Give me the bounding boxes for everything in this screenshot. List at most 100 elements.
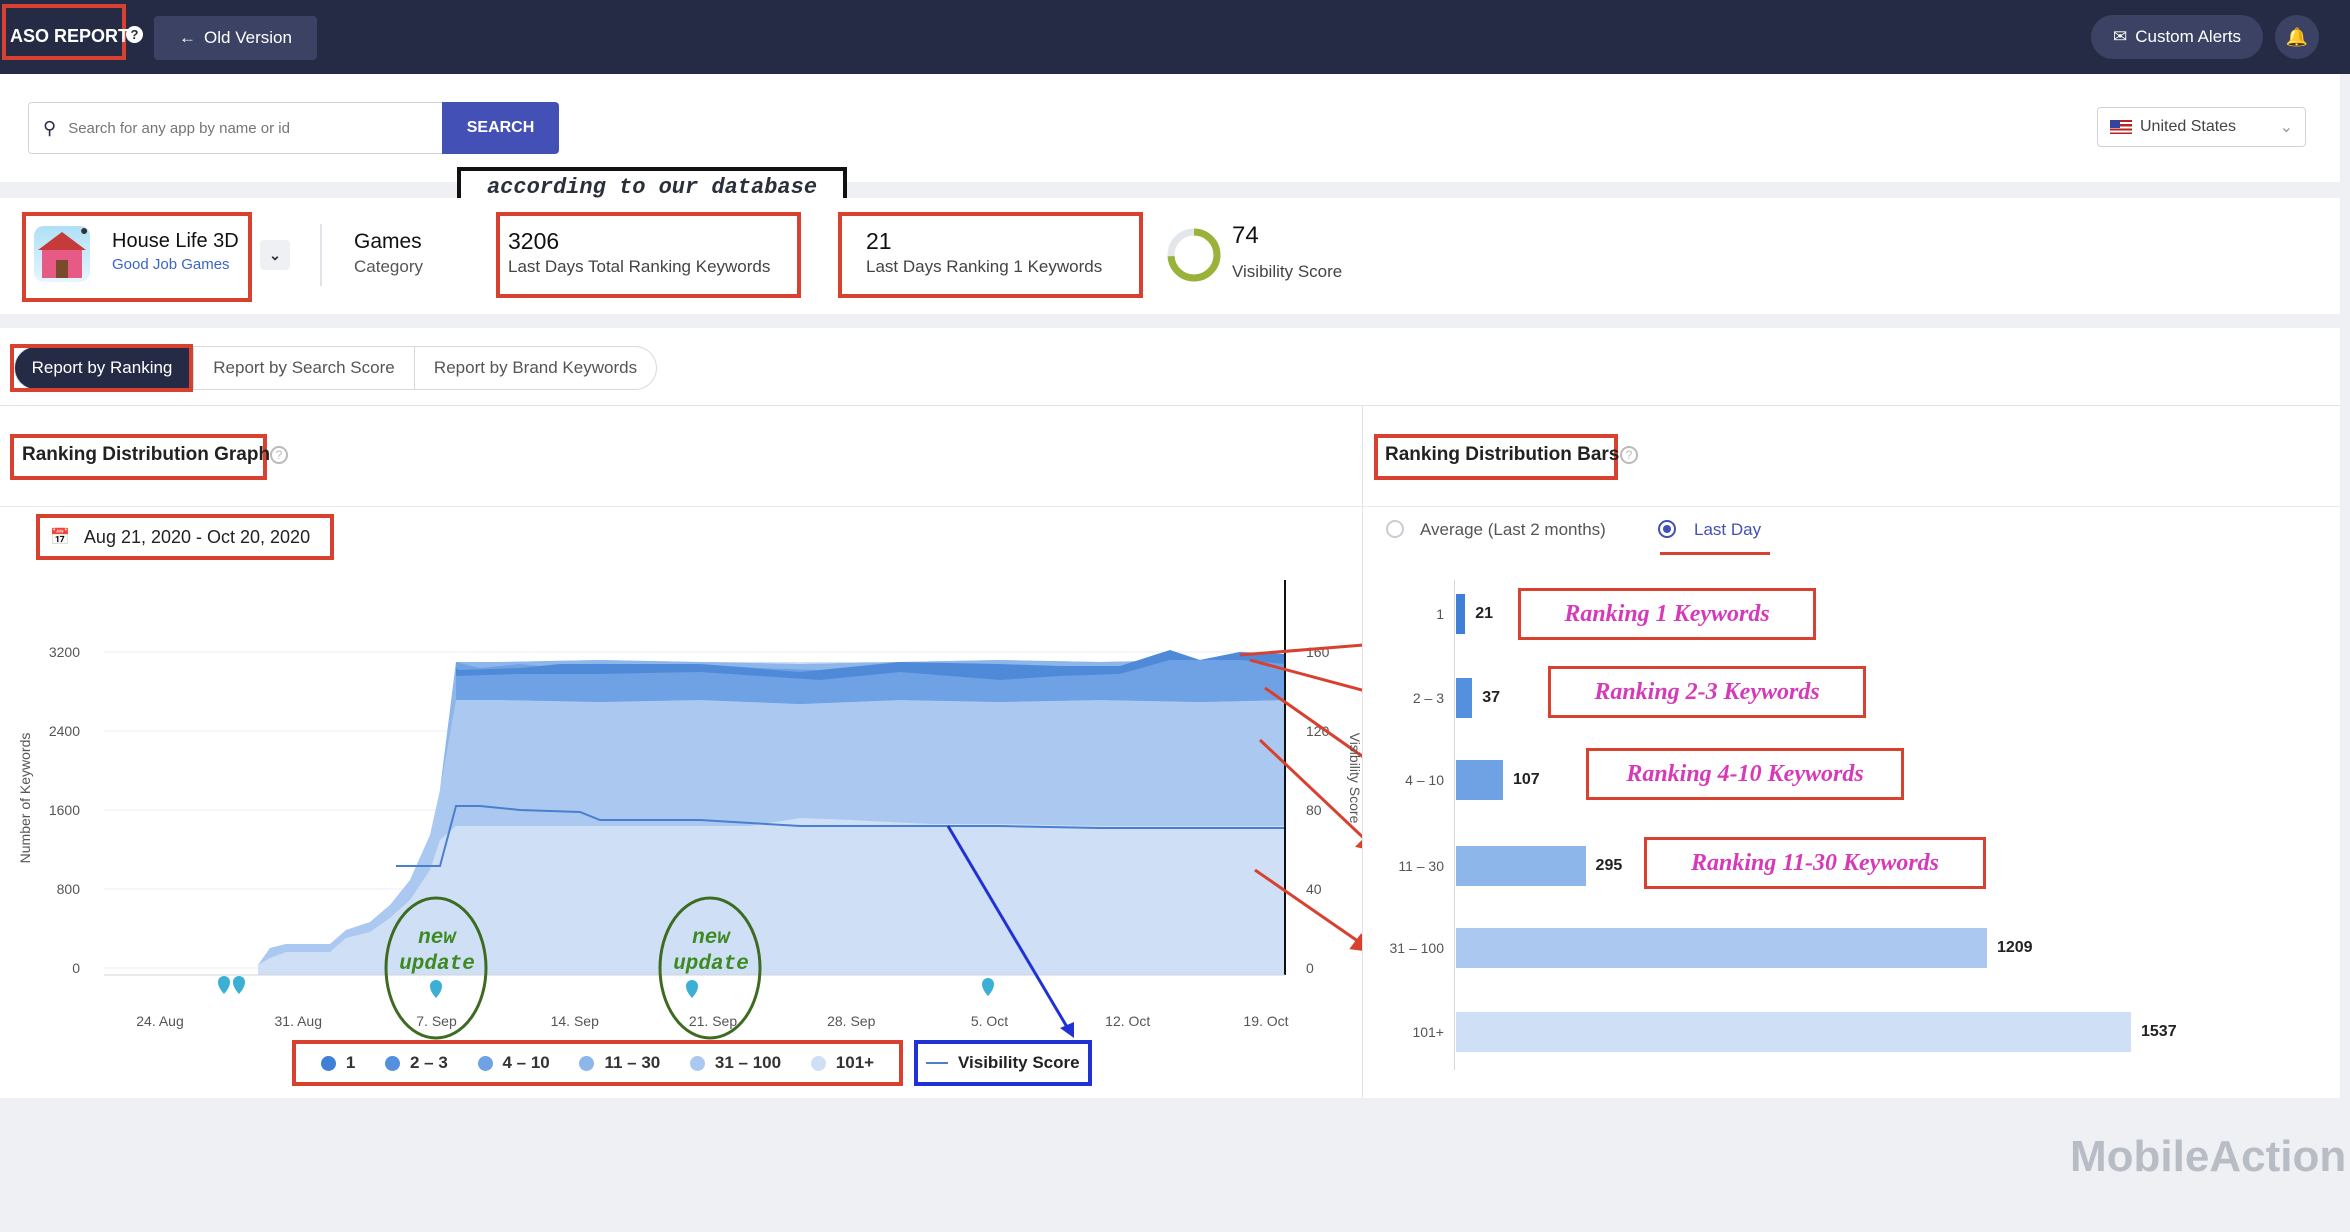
visibility-gauge [1167, 228, 1221, 282]
legend-item-4-10[interactable]: 4 – 10 [477, 1053, 550, 1073]
y2-tick-label: 80 [1306, 802, 1322, 818]
legend-visibility-score[interactable]: Visibility Score [914, 1040, 1092, 1086]
x-tick-label: 5. Oct [971, 1013, 1008, 1029]
panel-divider [0, 506, 2340, 507]
visibility-value: 74 [1232, 222, 1259, 249]
legend-label: 31 – 100 [714, 1053, 782, 1072]
legend-dot [689, 1055, 705, 1071]
old-version-label: Old Version [204, 28, 292, 47]
legend-item-101-plus[interactable]: 101+ [810, 1053, 875, 1073]
map-pin-icon [982, 978, 994, 996]
legend-item-31-100[interactable]: 31 – 100 [689, 1053, 782, 1073]
bar-value-label: 21 [1475, 605, 1494, 622]
last-day-radio[interactable] [1658, 520, 1676, 538]
legend-item-2-3[interactable]: 2 – 3 [385, 1053, 448, 1073]
tab-report-by-brand-keywords[interactable]: Report by Brand Keywords [414, 346, 657, 390]
y-axis-label: Number of Keywords [17, 732, 33, 864]
map-pin-icon [218, 976, 230, 994]
y2-tick-label: 0 [1306, 960, 1314, 976]
chevron-down-icon: ⌄ [2279, 119, 2293, 136]
bar-value-label: 1537 [2141, 1023, 2177, 1040]
divider [320, 224, 322, 286]
bar-category-label: 11 – 30 [1398, 858, 1444, 874]
average-radio-label[interactable]: Average (Last 2 months) [1420, 520, 1606, 540]
bar-value-label: 1209 [1996, 939, 2033, 956]
x-tick-label: 7. Sep [416, 1013, 457, 1029]
map-pin-icon [686, 980, 698, 998]
x-tick-label: 21. Sep [689, 1013, 737, 1029]
ranking-bar[interactable] [1456, 594, 1466, 634]
app-name: House Life 3D [112, 230, 239, 252]
country-select[interactable]: United States ⌄ [2097, 107, 2306, 147]
calendar-icon: 📅 [50, 529, 70, 546]
app-developer[interactable]: Good Job Games [112, 256, 230, 273]
panel-divider [0, 405, 2340, 406]
top-bar [0, 0, 2350, 74]
country-label: United States [2140, 118, 2237, 135]
bars-axis-line [1454, 580, 1455, 1070]
map-pin-icon [430, 980, 442, 998]
mobileaction-watermark: MobileAction [2070, 1132, 2347, 1181]
custom-alerts-label: Custom Alerts [2135, 27, 2242, 46]
total-keywords-label: Last Days Total Ranking Keywords [508, 257, 771, 276]
rank1-keywords-label: Last Days Ranking 1 Keywords [866, 257, 1103, 276]
ranking-bar[interactable] [1456, 760, 1503, 800]
bars-help-icon[interactable]: ? [1620, 446, 1638, 464]
aso-report-title: ASO REPORT [10, 26, 130, 46]
annotation-new-update-2: new update [673, 927, 749, 976]
date-range-label: Aug 21, 2020 - Oct 20, 2020 [83, 526, 311, 547]
bar-category-label: 101+ [1412, 1024, 1444, 1040]
search-field[interactable]: ⚲ [28, 102, 443, 154]
last-day-radio-label[interactable]: Last Day [1694, 520, 1761, 540]
ranking-bar[interactable] [1456, 846, 1586, 886]
legend-dot [320, 1055, 336, 1071]
chart-legend: 1 2 – 3 4 – 10 11 – 30 31 – 100 101+ [292, 1040, 903, 1086]
legend-item-1[interactable]: 1 [320, 1053, 355, 1073]
tab-report-by-search-score[interactable]: Report by Search Score [193, 346, 415, 390]
search-input[interactable] [68, 119, 429, 137]
y-tick-label: 2400 [49, 723, 80, 739]
notifications-bell-icon[interactable]: 🔔 [2275, 15, 2319, 59]
rank1-keywords-value: 21 [866, 228, 892, 254]
ranking-bar[interactable] [1456, 1012, 2131, 1052]
annotation-rank23: Ranking 2-3 Keywords [1548, 666, 1866, 718]
bar-category-label: 4 – 10 [1405, 772, 1444, 788]
average-radio[interactable] [1386, 520, 1404, 538]
search-icon: ⚲ [43, 117, 57, 138]
legend-dot [579, 1055, 595, 1071]
annotation-rank410: Ranking 4-10 Keywords [1586, 748, 1904, 800]
app-dropdown-button[interactable]: ⌄ [260, 240, 290, 270]
arrow-left-icon: ← [179, 28, 197, 47]
x-tick-label: 14. Sep [551, 1013, 599, 1029]
bar-value-label: 107 [1512, 771, 1540, 788]
total-keywords-value: 3206 [508, 228, 560, 254]
help-icon[interactable]: ? [126, 26, 143, 43]
y-tick-label: 1600 [49, 802, 80, 818]
ranking-bar[interactable] [1456, 928, 1987, 968]
search-button[interactable]: SEARCH [442, 102, 559, 154]
x-tick-label: 28. Sep [827, 1013, 875, 1029]
graph-help-icon[interactable]: ? [270, 446, 288, 464]
date-range-picker[interactable]: 📅 Aug 21, 2020 - Oct 20, 2020 [36, 514, 334, 560]
visibility-line-icon [926, 1062, 948, 1064]
legend-label: 4 – 10 [502, 1053, 550, 1072]
ranking-bar[interactable] [1456, 678, 1473, 718]
us-flag-icon [2110, 120, 2132, 134]
bar-category-label: 1 [1436, 606, 1444, 622]
legend-dot [477, 1055, 493, 1071]
bar-category-label: 2 – 3 [1412, 690, 1444, 706]
x-tick-label: 24. Aug [136, 1013, 184, 1029]
map-pin-icon [233, 976, 245, 994]
legend-label: 101+ [835, 1053, 875, 1072]
y-tick-label: 800 [57, 881, 81, 897]
old-version-button[interactable]: ← Old Version [154, 16, 317, 60]
custom-alerts-button[interactable]: ✉ Custom Alerts [2091, 15, 2263, 59]
bars-title: Ranking Distribution Bars [1385, 444, 1620, 465]
category-value: Games [354, 230, 422, 253]
active-tab-highlight [10, 344, 193, 392]
y2-axis-label: Visibility Score [1347, 732, 1363, 824]
legend-item-11-30[interactable]: 11 – 30 [579, 1053, 660, 1073]
envelope-icon: ✉ [2112, 27, 2128, 46]
legend-label: 11 – 30 [604, 1053, 661, 1072]
rank1-keywords-card [838, 212, 1143, 298]
